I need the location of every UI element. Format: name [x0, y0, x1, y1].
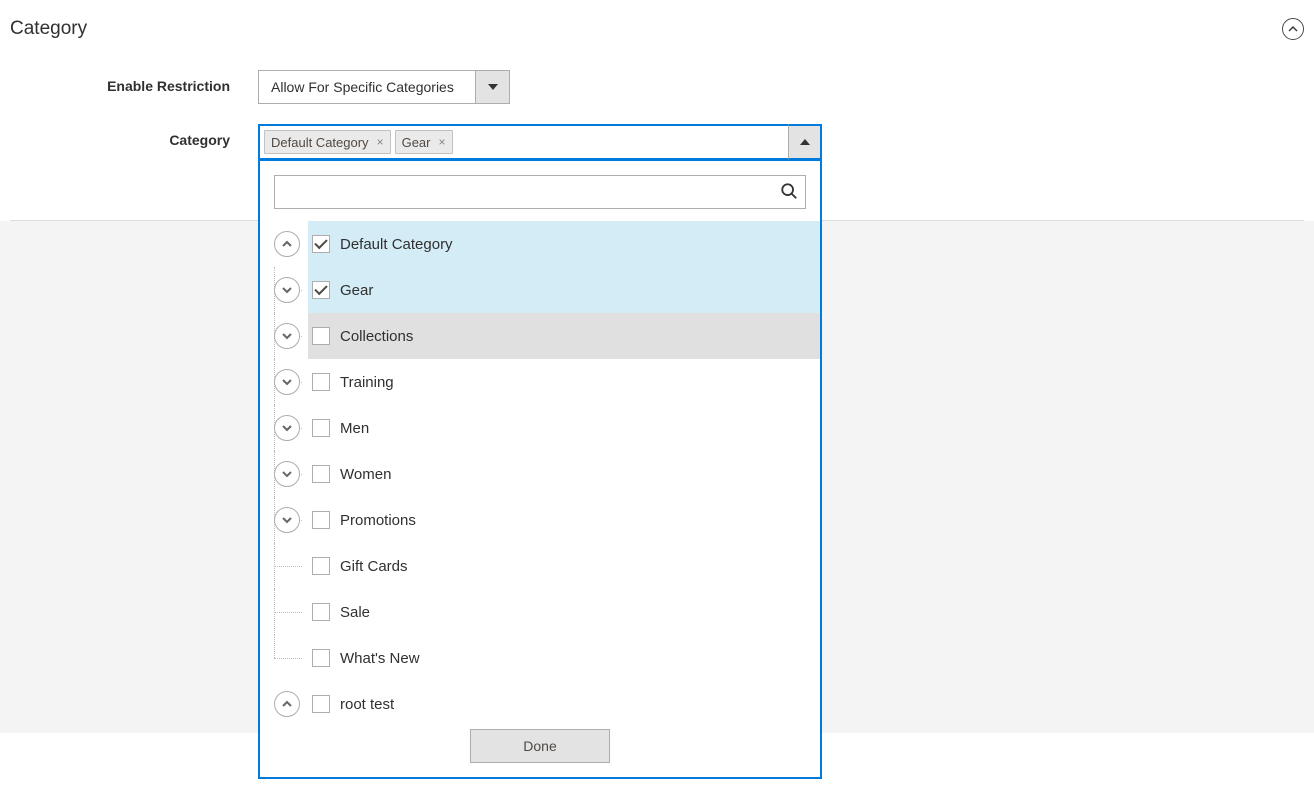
tree-checkbox[interactable] [312, 235, 330, 253]
tree-node[interactable]: Men [308, 405, 820, 451]
tree-node-label: Promotions [340, 512, 416, 529]
category-chips-container[interactable]: Default Category × Gear × [258, 124, 788, 160]
category-dropdown-panel: Default Category Gear Collections Training M… [258, 160, 822, 779]
tree-node[interactable]: What's New [308, 635, 820, 681]
tree-checkbox[interactable] [312, 603, 330, 621]
chevron-down-icon [282, 377, 292, 387]
tree-node[interactable]: Gear [308, 267, 820, 313]
chip-label: Default Category [271, 135, 369, 150]
chevron-up-icon [282, 699, 292, 709]
chevron-up-icon [800, 137, 810, 147]
tree-node[interactable]: Sale [308, 589, 820, 635]
enable-restriction-label: Enable Restriction [10, 70, 258, 94]
tree-checkbox[interactable] [312, 649, 330, 667]
chevron-down-icon [282, 469, 292, 479]
tree-node[interactable]: root test [308, 681, 820, 717]
chevron-down-icon [488, 82, 498, 92]
tree-expander[interactable] [274, 323, 300, 349]
tree-expander[interactable] [274, 507, 300, 533]
tree-checkbox[interactable] [312, 695, 330, 713]
tree-checkbox[interactable] [312, 511, 330, 529]
tree-expander[interactable] [274, 277, 300, 303]
chevron-down-icon [282, 515, 292, 525]
category-multiselect: Default Category × Gear × Default Category G… [258, 124, 822, 160]
tree-expander[interactable] [274, 369, 300, 395]
chip-label: Gear [402, 135, 431, 150]
category-chip: Gear × [395, 130, 453, 154]
tree-node[interactable]: Promotions [308, 497, 820, 543]
tree-expander[interactable] [274, 231, 300, 257]
tree-checkbox[interactable] [312, 419, 330, 437]
tree-expander[interactable] [274, 691, 300, 717]
enable-restriction-toggle[interactable] [476, 70, 510, 104]
tree-expander[interactable] [274, 461, 300, 487]
category-chip: Default Category × [264, 130, 391, 154]
tree-node[interactable]: Collections [308, 313, 820, 359]
tree-node-label: Sale [340, 604, 370, 621]
chip-remove-icon[interactable]: × [438, 136, 445, 148]
tree-node[interactable]: Gift Cards [308, 543, 820, 589]
search-icon[interactable] [780, 182, 798, 205]
enable-restriction-value: Allow For Specific Categories [258, 70, 476, 104]
tree-checkbox[interactable] [312, 373, 330, 391]
tree-node-label: Women [340, 466, 391, 483]
tree-node-label: Gear [340, 282, 373, 299]
tree-checkbox[interactable] [312, 465, 330, 483]
section-collapse-button[interactable] [1282, 18, 1304, 40]
category-tree: Default Category Gear Collections Training M… [274, 221, 820, 717]
tree-node-label: Gift Cards [340, 558, 408, 575]
chevron-down-icon [282, 423, 292, 433]
category-label: Category [10, 124, 258, 148]
tree-node[interactable]: Women [308, 451, 820, 497]
chevron-up-icon [1288, 24, 1298, 34]
tree-node-label: root test [340, 696, 394, 713]
tree-node-label: What's New [340, 650, 420, 667]
chevron-down-icon [282, 331, 292, 341]
category-search [274, 175, 806, 209]
category-row: Category Default Category × Gear × [0, 118, 1314, 220]
tree-expander[interactable] [274, 415, 300, 441]
section-title: Category [10, 18, 87, 40]
category-search-input[interactable] [274, 175, 806, 209]
tree-node-label: Training [340, 374, 394, 391]
tree-checkbox[interactable] [312, 557, 330, 575]
tree-node[interactable]: Default Category [308, 221, 820, 267]
chevron-down-icon [282, 285, 292, 295]
tree-checkbox[interactable] [312, 327, 330, 345]
done-button[interactable]: Done [470, 729, 610, 763]
tree-node[interactable]: Training [308, 359, 820, 405]
tree-node-label: Collections [340, 328, 413, 345]
enable-restriction-row: Enable Restriction Allow For Specific Ca… [0, 64, 1314, 118]
tree-checkbox[interactable] [312, 281, 330, 299]
enable-restriction-select[interactable]: Allow For Specific Categories [258, 70, 510, 104]
chevron-up-icon [282, 239, 292, 249]
chip-remove-icon[interactable]: × [377, 136, 384, 148]
tree-node-label: Default Category [340, 236, 453, 253]
category-dropdown-toggle[interactable] [788, 124, 822, 160]
tree-node-label: Men [340, 420, 369, 437]
